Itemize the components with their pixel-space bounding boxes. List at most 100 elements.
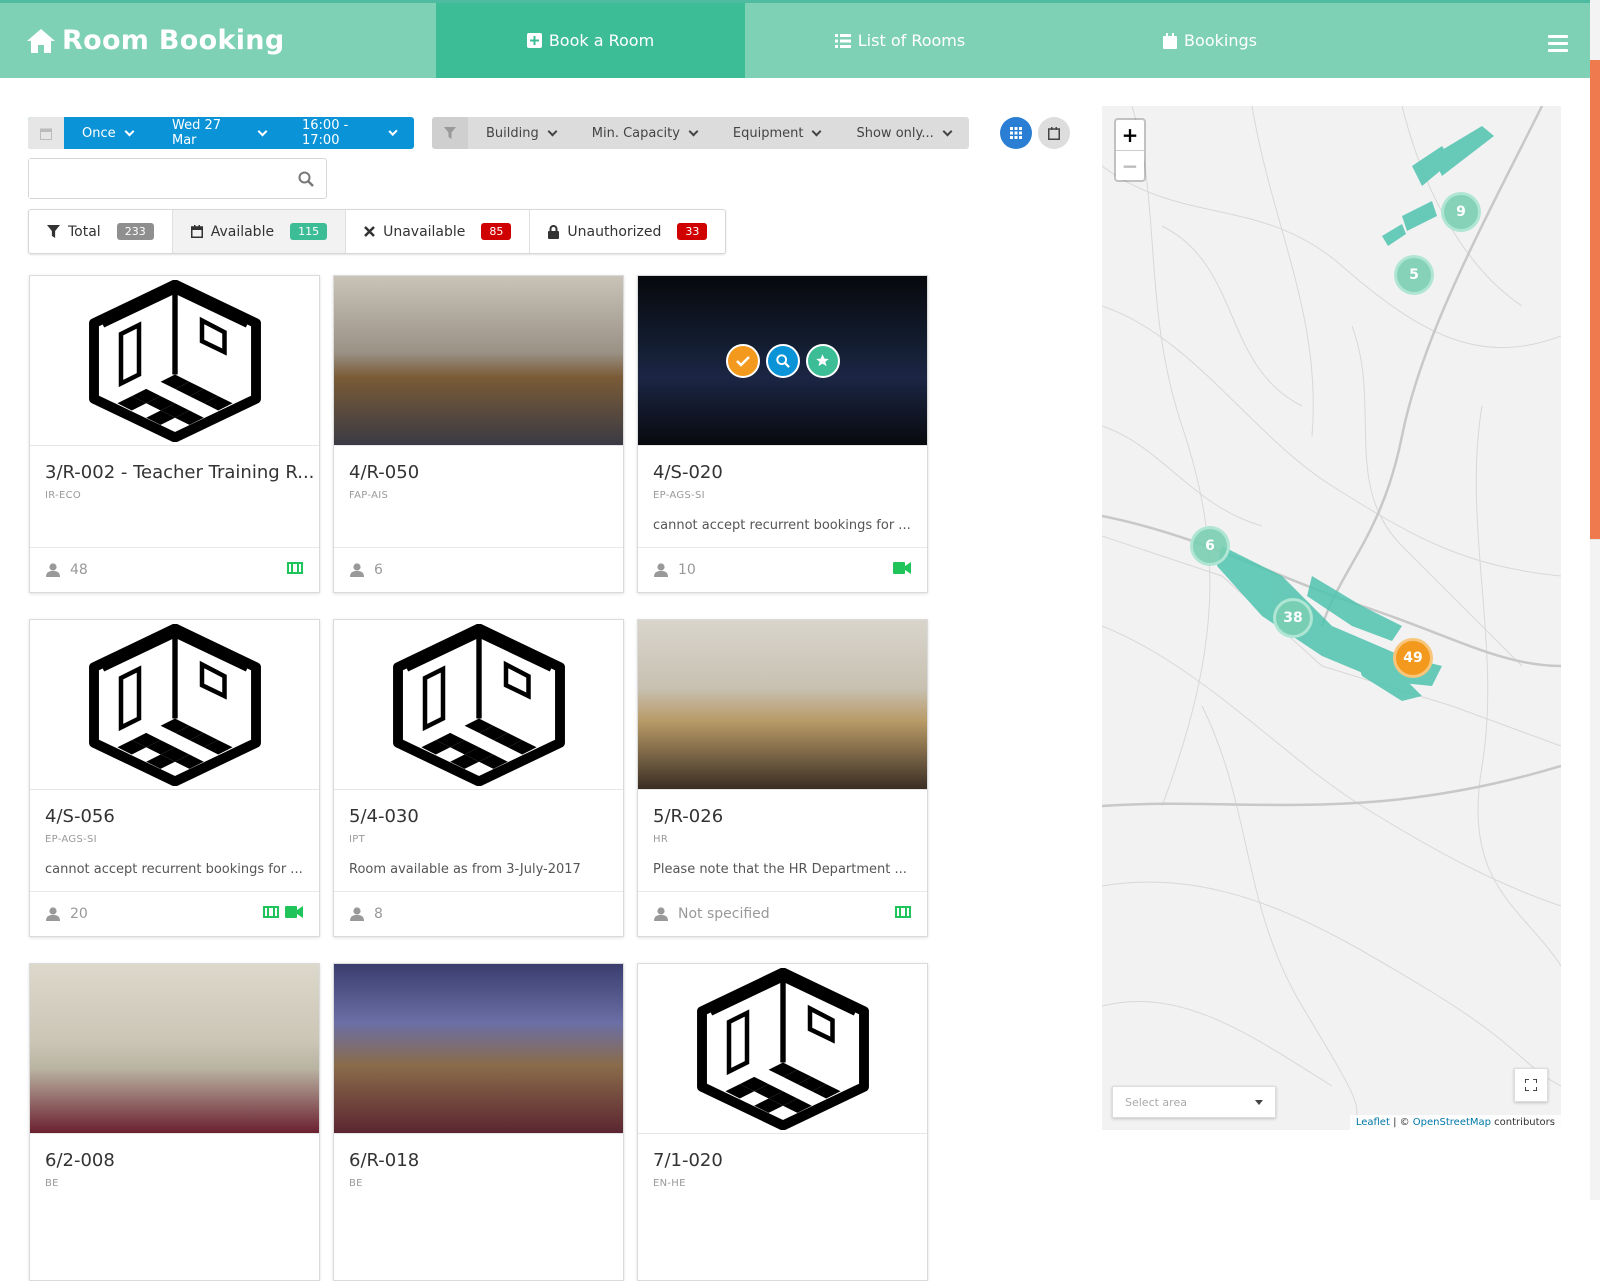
tab-bookings[interactable]: Bookings: [1055, 3, 1365, 78]
scrollbar-thumb[interactable]: [1590, 60, 1600, 540]
room-card[interactable]: 4/S-056 EP-AGS-SI cannot accept recurrent …: [29, 619, 320, 937]
tab-list-of-rooms[interactable]: List of Rooms: [745, 3, 1055, 78]
calendar-view-button[interactable]: [1038, 117, 1070, 149]
tab-book-a-room[interactable]: Book a Room: [436, 3, 745, 78]
page-scrollbar[interactable]: [1590, 0, 1600, 1200]
show-only-label: Show only...: [856, 125, 934, 141]
projector-icon: [263, 906, 279, 922]
map-cluster-marker[interactable]: 49: [1393, 638, 1433, 678]
time-dropdown[interactable]: 16:00 - 17:00: [284, 117, 414, 149]
room-capacity: 10: [678, 562, 696, 578]
list-icon: [834, 33, 851, 48]
stat-total[interactable]: Total 233: [29, 210, 173, 253]
room-image: [30, 276, 319, 446]
room-equipment: [287, 562, 303, 578]
room-group: FAP-AIS: [349, 490, 389, 501]
hamburger-menu-icon[interactable]: [1548, 35, 1568, 56]
search-icon[interactable]: [298, 171, 314, 187]
room-card-footer: Not specified: [638, 891, 927, 936]
app-title: Room Booking: [62, 25, 285, 56]
favorite-room-button[interactable]: [805, 343, 840, 378]
room-group: EP-AGS-SI: [653, 490, 705, 501]
map-cluster-marker[interactable]: 5: [1394, 255, 1434, 295]
room-group: BE: [45, 1178, 59, 1189]
room-image: [334, 620, 623, 790]
building-dropdown[interactable]: Building: [468, 117, 574, 149]
stat-label: Unavailable: [383, 223, 466, 240]
date-value: Wed 27 Mar: [172, 118, 222, 148]
top-navbar: Room Booking Book a Room List of Rooms B…: [0, 0, 1590, 78]
room-equipment: [893, 562, 911, 578]
attribution-text: contributors: [1491, 1117, 1555, 1128]
room-stats-filter: Total 233 Available 115 Unavailable 85 U…: [28, 209, 727, 254]
room-image: [638, 276, 927, 446]
stat-unavailable[interactable]: Unavailable 85: [346, 210, 531, 253]
stat-label: Available: [210, 223, 275, 240]
room-card-footer: 20: [30, 891, 319, 936]
room-details-button[interactable]: [765, 343, 800, 378]
room-name: 6/2-008: [45, 1150, 115, 1171]
room-image: [30, 620, 319, 790]
user-icon: [46, 563, 60, 577]
room-card[interactable]: 4/S-020 EP-AGS-SI cannot accept recurrent …: [637, 275, 928, 593]
stat-label: Total: [68, 223, 101, 240]
show-only-dropdown[interactable]: Show only...: [838, 117, 968, 149]
recurrence-value: Once: [82, 125, 116, 141]
chevron-down-icon: [257, 126, 268, 136]
filter-icon: [432, 117, 468, 149]
stat-label: Unauthorized: [567, 223, 662, 240]
zoom-out-button[interactable]: −: [1116, 150, 1144, 180]
tab-label: List of Rooms: [857, 31, 966, 50]
room-card[interactable]: 5/4-030 IPT Room available as from 3-July-…: [333, 619, 624, 937]
stat-available[interactable]: Available 115: [172, 210, 347, 253]
calendar-icon: [190, 225, 203, 238]
room-group: IR-ECO: [45, 490, 82, 501]
map-cluster-marker[interactable]: 9: [1441, 192, 1481, 232]
building-label: Building: [486, 125, 539, 141]
date-dropdown[interactable]: Wed 27 Mar: [154, 117, 284, 149]
leaflet-link[interactable]: Leaflet: [1356, 1117, 1390, 1128]
room-name: 5/4-030: [349, 806, 419, 827]
grid-view-button[interactable]: [1000, 117, 1032, 149]
room-capacity: Not specified: [678, 906, 770, 922]
room-card[interactable]: 7/1-020 EN-HE: [637, 963, 928, 1281]
capacity-dropdown[interactable]: Min. Capacity: [574, 117, 715, 149]
search-input[interactable]: [29, 159, 279, 198]
tab-label: Book a Room: [548, 31, 655, 50]
stat-unauthorized[interactable]: Unauthorized 33: [530, 210, 725, 253]
select-area-dropdown[interactable]: Select area: [1112, 1086, 1276, 1118]
book-room-button[interactable]: [725, 343, 760, 378]
timeline-filter-group: Once Wed 27 Mar 16:00 - 17:00: [28, 117, 414, 149]
room-card[interactable]: 4/R-050 FAP-AIS 6: [333, 275, 624, 593]
room-card[interactable]: 5/R-026 HR Please note that the HR Departm…: [637, 619, 928, 937]
room-name: 4/S-020: [653, 462, 723, 483]
room-placeholder-icon: [85, 280, 265, 442]
room-group: IPT: [349, 834, 365, 845]
room-card[interactable]: 3/R-002 - Teacher Training R... IR-ECO 48: [29, 275, 320, 593]
room-card-footer: 10: [638, 547, 927, 592]
room-image: [638, 620, 927, 790]
map-cluster-marker[interactable]: 38: [1273, 598, 1313, 638]
calendar-icon: [1163, 32, 1178, 49]
grid-icon: [1010, 127, 1022, 139]
room-name: 5/R-026: [653, 806, 724, 827]
osm-link[interactable]: OpenStreetMap: [1413, 1117, 1491, 1128]
room-placeholder-icon: [85, 624, 265, 786]
room-capacity: 8: [374, 906, 383, 922]
rooms-map[interactable]: + − 9 5 6 38 49 Select area Leaflet | © …: [1102, 106, 1561, 1130]
brand[interactable]: Room Booking: [26, 25, 284, 56]
zoom-in-button[interactable]: +: [1116, 120, 1144, 150]
check-clock-icon: [735, 355, 750, 367]
map-cluster-marker[interactable]: 6: [1190, 526, 1230, 566]
room-card[interactable]: 6/2-008 BE: [29, 963, 320, 1281]
room-comment: Please note that the HR Department ...: [653, 862, 907, 877]
room-card[interactable]: 6/R-018 BE: [333, 963, 624, 1281]
recurrence-dropdown[interactable]: Once: [64, 117, 154, 149]
calendar-icon: [28, 117, 64, 149]
room-image: [638, 964, 927, 1134]
projector-icon: [287, 562, 303, 578]
equipment-dropdown[interactable]: Equipment: [715, 117, 839, 149]
user-icon: [654, 563, 668, 577]
fullscreen-button[interactable]: [1514, 1068, 1548, 1102]
chevron-down-icon: [942, 126, 953, 136]
